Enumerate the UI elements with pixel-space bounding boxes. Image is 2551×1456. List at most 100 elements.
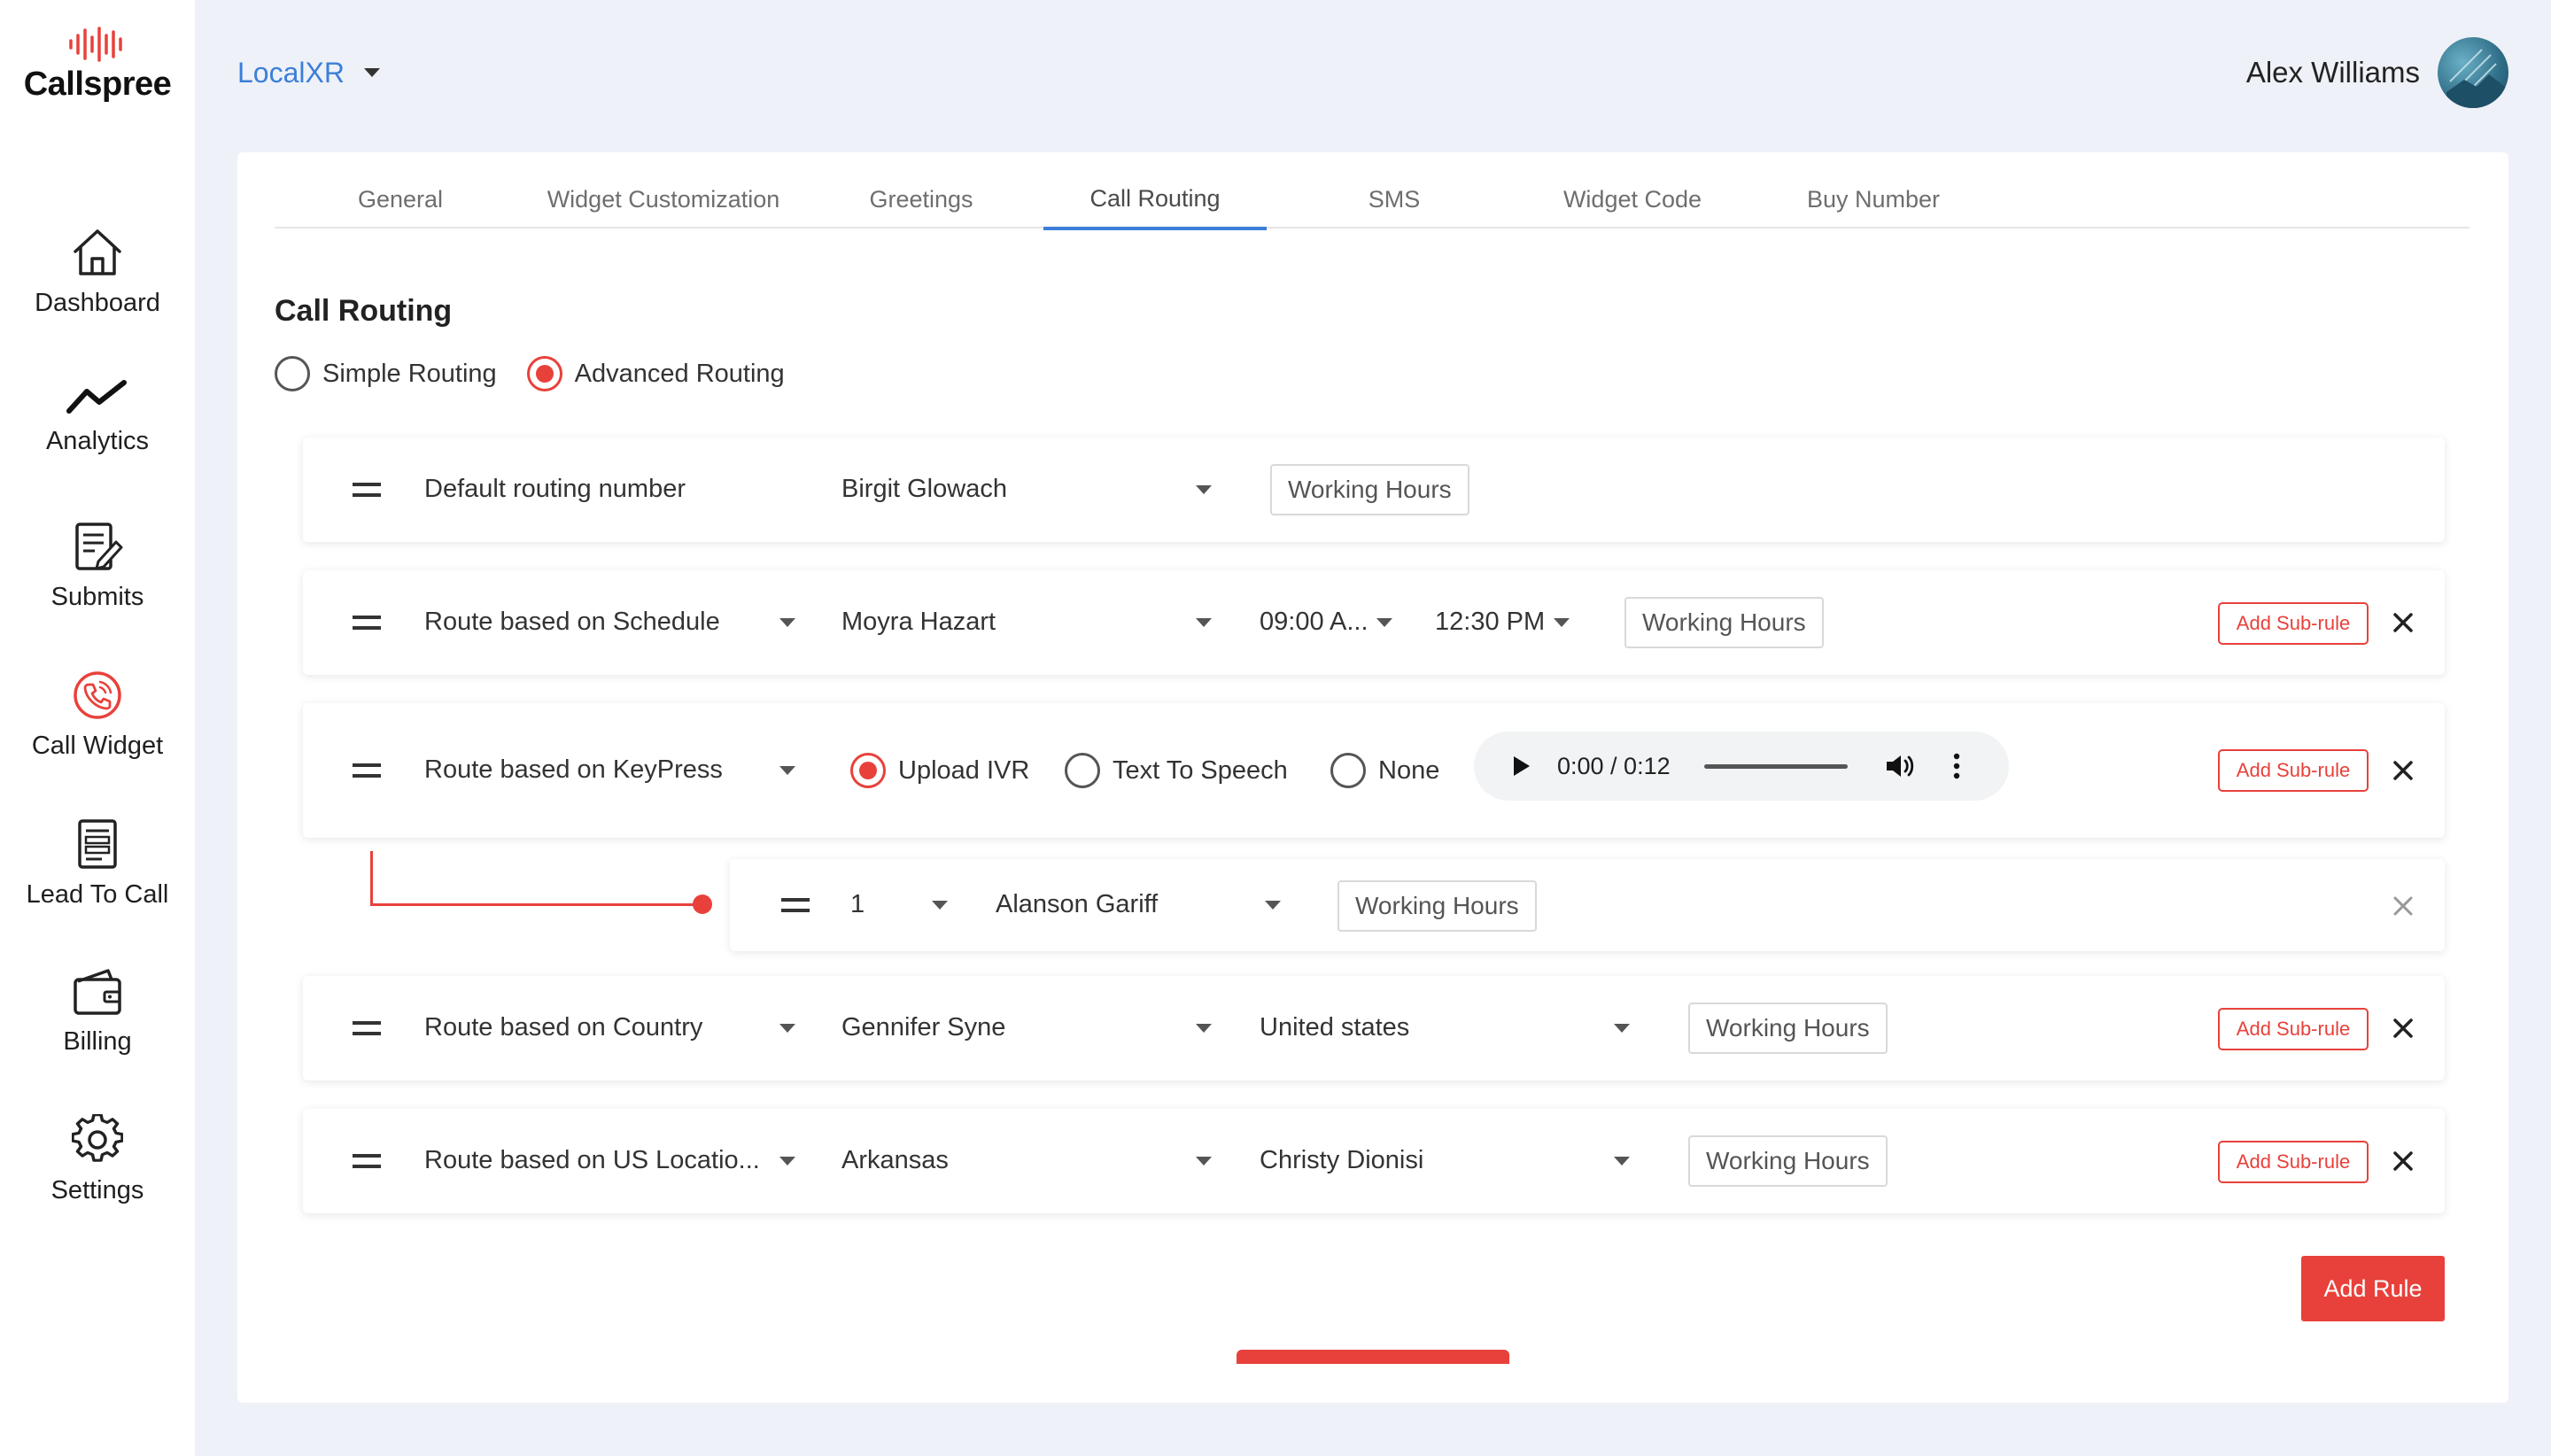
routing-mode-group: Simple Routing Advanced Routing xyxy=(275,356,815,391)
wallet-icon xyxy=(74,969,121,1015)
sidebar-item-settings[interactable]: Settings xyxy=(0,1114,195,1205)
drag-handle-icon[interactable] xyxy=(353,483,381,497)
upload-ivr-radio[interactable]: Upload IVR xyxy=(850,753,1029,788)
drag-handle-icon[interactable] xyxy=(353,1021,381,1035)
chevron-down-icon xyxy=(363,68,380,77)
chevron-down-icon[interactable] xyxy=(779,1024,795,1033)
working-hours-button[interactable]: Working Hours xyxy=(1688,1003,1888,1054)
audio-progress-bar[interactable] xyxy=(1704,764,1848,769)
chevron-down-icon[interactable] xyxy=(1196,1157,1212,1166)
chevron-down-icon[interactable] xyxy=(779,618,795,627)
simple-routing-radio[interactable]: Simple Routing xyxy=(275,356,497,391)
rule-type-select[interactable]: Route based on Schedule xyxy=(424,608,720,637)
chevron-down-icon[interactable] xyxy=(1196,485,1212,494)
close-icon[interactable] xyxy=(2392,759,2415,782)
audio-time: 0:00 / 0:12 xyxy=(1557,753,1671,779)
form-icon xyxy=(78,819,117,869)
close-icon[interactable] xyxy=(2392,1150,2415,1173)
chevron-down-icon[interactable] xyxy=(1614,1157,1630,1166)
sidebar-item-dashboard[interactable]: Dashboard xyxy=(0,227,195,318)
chevron-down-icon[interactable] xyxy=(932,901,948,910)
sidebar-item-label: Lead To Call xyxy=(26,880,169,909)
sidebar-item-billing[interactable]: Billing xyxy=(0,967,195,1057)
start-time-select[interactable]: 09:00 A... xyxy=(1260,608,1369,637)
more-options-icon[interactable] xyxy=(1952,753,1961,779)
rule-country: Route based on Country Gennifer Syne Uni… xyxy=(303,976,2445,1080)
play-icon[interactable] xyxy=(1511,755,1532,778)
text-to-speech-radio[interactable]: Text To Speech xyxy=(1065,753,1288,788)
project-selector[interactable]: LocalXR xyxy=(237,55,380,90)
add-sub-rule-button[interactable]: Add Sub-rule xyxy=(2218,749,2369,792)
brand-name: Callspree xyxy=(23,66,172,103)
add-rule-button[interactable]: Add Rule xyxy=(2301,1256,2445,1321)
chevron-down-icon[interactable] xyxy=(1196,618,1212,627)
drag-handle-icon[interactable] xyxy=(781,898,810,912)
tab-sms[interactable]: SMS xyxy=(1284,170,1504,228)
agent-select[interactable]: Birgit Glowach xyxy=(841,475,1007,504)
trend-icon xyxy=(66,380,127,414)
user-name: Alex Williams xyxy=(2245,56,2420,89)
rule-default: Default routing number Birgit Glowach Wo… xyxy=(303,438,2445,542)
sidebar-item-label: Analytics xyxy=(45,427,150,455)
user-menu[interactable]: Alex Williams xyxy=(2246,37,2508,108)
add-sub-rule-button[interactable]: Add Sub-rule xyxy=(2218,602,2369,645)
rule-type-select[interactable]: Route based on KeyPress xyxy=(424,755,723,785)
add-sub-rule-button[interactable]: Add Sub-rule xyxy=(2218,1141,2369,1183)
close-icon[interactable] xyxy=(2392,1017,2415,1040)
working-hours-button[interactable]: Working Hours xyxy=(1338,880,1537,932)
tab-greetings[interactable]: Greetings xyxy=(833,170,1010,228)
key-select[interactable]: 1 xyxy=(850,890,865,919)
add-sub-rule-button[interactable]: Add Sub-rule xyxy=(2218,1008,2369,1050)
agent-select[interactable]: Gennifer Syne xyxy=(841,1013,1005,1042)
chevron-down-icon[interactable] xyxy=(1614,1024,1630,1033)
drag-handle-icon[interactable] xyxy=(353,1154,381,1168)
sidebar-item-analytics[interactable]: Analytics xyxy=(0,377,195,456)
sub-rule-connector-dot xyxy=(693,895,712,914)
agent-select[interactable]: Alanson Gariff xyxy=(996,890,1158,919)
rule-type-select[interactable]: Route based on Country xyxy=(424,1013,702,1042)
close-icon[interactable] xyxy=(2392,611,2415,634)
tab-widget-code[interactable]: Widget Code xyxy=(1515,170,1750,228)
radio-circle xyxy=(275,356,310,391)
tab-buy-number[interactable]: Buy Number xyxy=(1763,170,1984,228)
end-time-select[interactable]: 12:30 PM xyxy=(1435,608,1545,637)
agent-select[interactable]: Christy Dionisi xyxy=(1260,1146,1423,1175)
close-icon[interactable] xyxy=(2392,895,2415,918)
none-radio[interactable]: None xyxy=(1330,753,1439,788)
rule-type-select[interactable]: Route based on US Locatio... xyxy=(424,1146,760,1175)
brand-logo[interactable]: Callspree xyxy=(0,27,195,104)
sidebar-item-lead-to-call[interactable]: Lead To Call xyxy=(0,818,195,910)
volume-icon[interactable] xyxy=(1885,753,1915,779)
agent-select[interactable]: Moyra Hazart xyxy=(841,608,996,637)
drag-handle-icon[interactable] xyxy=(353,616,381,630)
sub-rule-keypress: 1 Alanson Gariff Working Hours xyxy=(730,859,2445,951)
chevron-down-icon[interactable] xyxy=(1265,901,1281,910)
drag-handle-icon[interactable] xyxy=(353,763,381,778)
advanced-routing-radio[interactable]: Advanced Routing xyxy=(526,356,785,391)
radio-label: None xyxy=(1378,755,1440,785)
sidebar-item-call-widget[interactable]: Call Widget xyxy=(0,670,195,761)
avatar[interactable] xyxy=(2438,37,2508,108)
working-hours-button[interactable]: Working Hours xyxy=(1270,464,1469,515)
working-hours-button[interactable]: Working Hours xyxy=(1688,1135,1888,1187)
chevron-down-icon[interactable] xyxy=(1196,1024,1212,1033)
chevron-down-icon[interactable] xyxy=(779,1157,795,1166)
radio-label: Text To Speech xyxy=(1113,755,1288,785)
chevron-down-icon[interactable] xyxy=(779,766,795,775)
sidebar-item-submits[interactable]: Submits xyxy=(0,521,195,612)
chevron-down-icon[interactable] xyxy=(1554,618,1570,627)
tab-widget-customization[interactable]: Widget Customization xyxy=(517,170,810,228)
radio-circle xyxy=(1065,753,1100,788)
home-icon xyxy=(74,229,121,275)
sidebar-item-label: Billing xyxy=(63,1027,132,1056)
sidebar: Callspree Dashboard Analytics Submits Ca… xyxy=(0,0,195,1456)
state-select[interactable]: Arkansas xyxy=(841,1146,949,1175)
section-title: Call Routing xyxy=(275,294,453,328)
clipboard-edit-icon xyxy=(75,523,123,570)
country-select[interactable]: United states xyxy=(1260,1013,1409,1042)
chevron-down-icon[interactable] xyxy=(1376,618,1392,627)
working-hours-button[interactable]: Working Hours xyxy=(1624,597,1824,648)
tab-general[interactable]: General xyxy=(312,170,489,228)
tab-call-routing[interactable]: Call Routing xyxy=(1043,170,1267,230)
save-button-partial[interactable] xyxy=(1237,1350,1509,1364)
